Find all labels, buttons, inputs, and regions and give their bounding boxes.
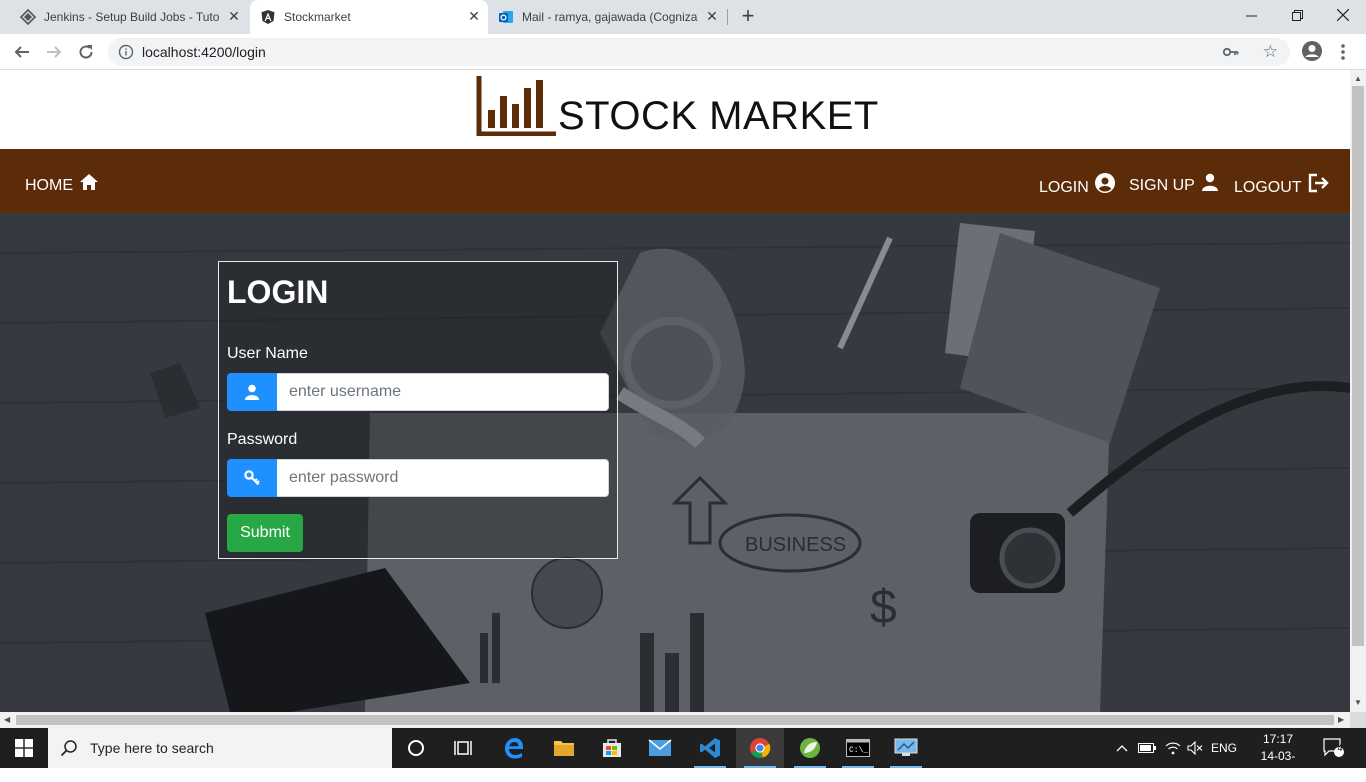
language-indicator[interactable]: ENG (1208, 728, 1240, 768)
tab-title: Mail - ramya, gajawada (Cogniza (522, 10, 698, 24)
main-navbar: HOME LOGIN SIGN UP LOGOUT (0, 149, 1350, 213)
nav-login-label: LOGIN (1039, 179, 1089, 196)
site-info-icon[interactable] (118, 44, 134, 60)
reload-button[interactable] (72, 38, 100, 66)
outlook-icon (498, 9, 514, 25)
spring-tool-suite-icon[interactable] (786, 728, 834, 768)
windows-start-icon[interactable] (0, 728, 48, 768)
show-hidden-icons-chevron-icon[interactable] (1112, 728, 1132, 768)
battery-icon[interactable] (1136, 728, 1158, 768)
profile-icon[interactable] (1301, 40, 1323, 62)
close-tab-icon[interactable]: ✕ (706, 9, 718, 23)
close-tab-icon[interactable]: ✕ (468, 9, 480, 23)
volume-muted-icon[interactable] (1184, 728, 1206, 768)
home-icon (80, 174, 98, 190)
user-icon (227, 373, 277, 411)
nav-home-label: HOME (25, 177, 73, 194)
cortana-icon[interactable] (392, 728, 440, 768)
submit-button[interactable]: Submit (227, 514, 303, 552)
mail-icon[interactable] (636, 728, 684, 768)
user-circle-icon (1094, 173, 1115, 193)
password-input[interactable] (277, 459, 609, 497)
scroll-right-arrow-icon[interactable]: ▶ (1338, 715, 1344, 724)
forward-button[interactable] (40, 38, 68, 66)
horizontal-scroll-thumb[interactable] (16, 715, 1334, 725)
action-center-icon[interactable]: 4 (1318, 728, 1350, 768)
vertical-scrollbar[interactable]: ▲ ▼ (1350, 70, 1366, 712)
wifi-icon[interactable] (1162, 728, 1184, 768)
key-icon[interactable] (1222, 43, 1240, 66)
brand-header: STOCK MARKET (0, 70, 1350, 149)
scrollbar-corner (1350, 712, 1366, 728)
taskbar-search-placeholder: Type here to search (90, 740, 214, 756)
username-field (227, 373, 609, 411)
nav-signup-label: SIGN UP (1129, 177, 1195, 194)
tab-jenkins[interactable]: Jenkins - Setup Build Jobs - Tuto ✕ (10, 0, 248, 34)
file-explorer-icon[interactable] (540, 728, 588, 768)
key-icon (227, 459, 277, 497)
task-view-icon[interactable] (440, 728, 488, 768)
browser-tab-strip: Jenkins - Setup Build Jobs - Tuto ✕ Stoc… (0, 0, 1366, 34)
back-button[interactable] (8, 38, 36, 66)
scroll-down-arrow-icon[interactable]: ▼ (1354, 698, 1362, 707)
vertical-scroll-thumb[interactable] (1352, 86, 1364, 646)
svg-text:$: $ (870, 581, 897, 634)
search-icon (60, 740, 77, 757)
minimize-button[interactable] (1228, 0, 1274, 30)
new-tab-button[interactable]: + (737, 5, 759, 27)
clock-time: 17:17 (1262, 732, 1294, 746)
menu-dots-icon[interactable] (1334, 42, 1352, 62)
tab-title: Stockmarket (284, 10, 351, 24)
nav-logout[interactable]: LOGOUT (1234, 173, 1330, 199)
edge-icon[interactable] (490, 728, 538, 768)
tab-mail[interactable]: Mail - ramya, gajawada (Cogniza ✕ (488, 0, 726, 34)
tab-stockmarket[interactable]: Stockmarket ✕ (250, 0, 488, 34)
vscode-icon[interactable] (686, 728, 734, 768)
user-icon (1201, 173, 1218, 191)
bar-chart-logo-icon (476, 76, 556, 136)
tab-title: Jenkins - Setup Build Jobs - Tuto (44, 10, 220, 24)
hero-background: BUSINESS $ LOGIN User Name enter usernam… (0, 213, 1350, 712)
scroll-left-arrow-icon[interactable]: ◀ (4, 715, 10, 724)
username-input[interactable] (277, 373, 609, 411)
command-prompt-icon[interactable]: C:\_ (834, 728, 882, 768)
password-field (227, 459, 609, 497)
logout-icon (1308, 173, 1329, 193)
svg-text:C:\_: C:\_ (849, 746, 868, 755)
angular-icon (260, 9, 276, 25)
password-label: Password (227, 431, 298, 448)
taskbar-search-box[interactable]: Type here to search (48, 728, 392, 768)
url-text: localhost:4200/login (142, 44, 266, 60)
nav-home[interactable]: HOME (25, 173, 99, 197)
scroll-up-arrow-icon[interactable]: ▲ (1354, 74, 1362, 83)
svg-text:BUSINESS: BUSINESS (745, 534, 846, 556)
close-tab-icon[interactable]: ✕ (228, 9, 240, 23)
bookmark-star-icon[interactable]: ☆ (1263, 42, 1278, 62)
horizontal-scrollbar[interactable]: ◀ ▶ (0, 712, 1350, 728)
business-desk-background-image: BUSINESS $ (0, 213, 1350, 712)
windows-taskbar: Type here to search C:\_ ENG 17:17 14-03… (0, 728, 1366, 780)
page-viewport: STOCK MARKET HOME LOGIN SIGN UP LOGOUT B… (0, 70, 1350, 712)
login-title: LOGIN (227, 274, 329, 310)
address-bar[interactable]: localhost:4200/login ☆ (108, 38, 1290, 66)
login-form: LOGIN User Name Password Submit (218, 261, 618, 559)
clock-date: 14-03-2020 (1260, 749, 1296, 780)
jenkins-icon (20, 9, 36, 25)
chrome-icon[interactable] (736, 728, 784, 768)
tab-separator (727, 9, 728, 25)
notification-count-badge: 4 (1337, 743, 1343, 753)
close-window-button[interactable] (1320, 0, 1366, 30)
brand-title: STOCK MARKET (558, 94, 879, 138)
remote-desktop-icon[interactable] (882, 728, 930, 768)
store-icon[interactable] (588, 728, 636, 768)
username-label: User Name (227, 345, 308, 362)
restore-button[interactable] (1274, 0, 1320, 30)
browser-toolbar: localhost:4200/login ☆ (0, 34, 1366, 70)
nav-login[interactable]: LOGIN (1039, 173, 1115, 199)
nav-logout-label: LOGOUT (1234, 179, 1302, 196)
system-clock[interactable]: 17:17 14-03-2020 (1248, 731, 1308, 782)
nav-signup[interactable]: SIGN UP (1129, 173, 1219, 197)
